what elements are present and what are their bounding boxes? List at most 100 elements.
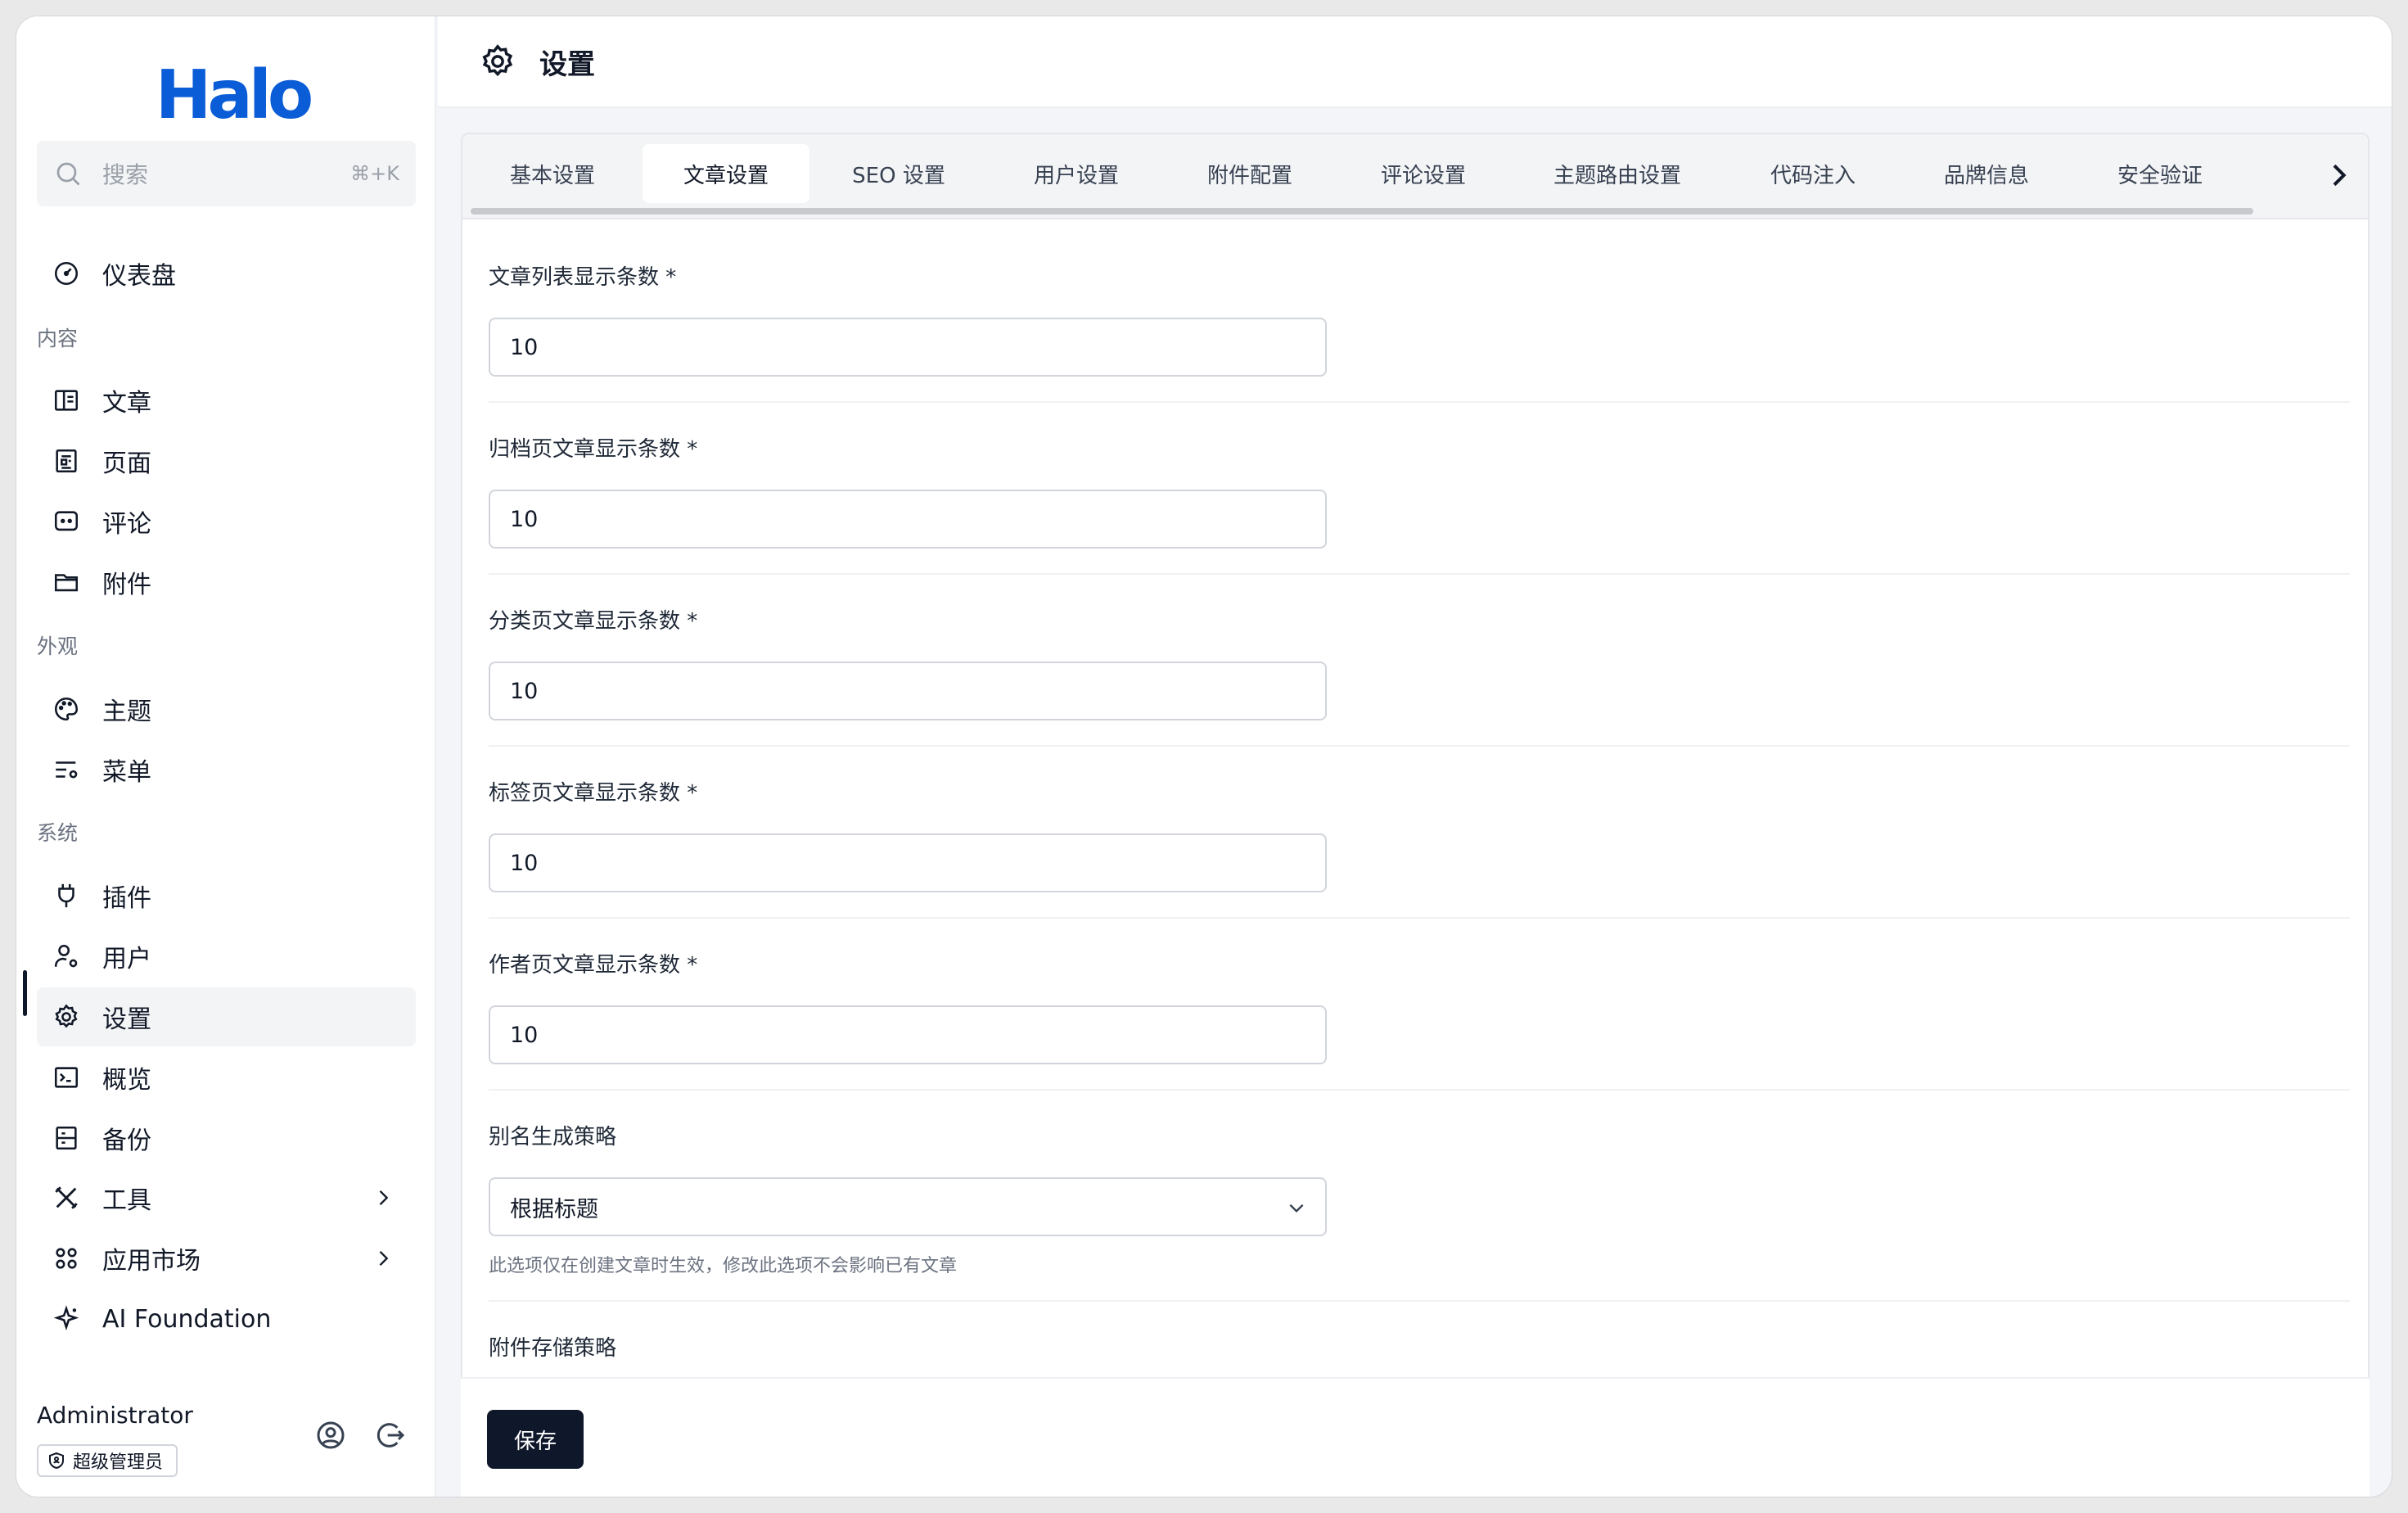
field-label: 别名生成策略: [489, 1125, 617, 1149]
sidebar-label: 仪表盘: [102, 262, 176, 291]
tab-basic[interactable]: 基本设置: [471, 144, 634, 203]
sidebar-label: 附件: [102, 571, 151, 599]
search-placeholder: 搜索: [102, 161, 149, 188]
save-button[interactable]: 保存: [487, 1410, 584, 1469]
sidebar-label: 用户: [102, 945, 151, 973]
sidebar-item-posts[interactable]: 文章: [37, 371, 416, 430]
tab-security[interactable]: 安全验证: [2078, 144, 2242, 203]
sidebar-item-menus[interactable]: 菜单: [37, 740, 416, 799]
sidebar-item-tools[interactable]: 工具: [37, 1168, 416, 1227]
current-user: Administrator 超级管理员: [37, 1402, 193, 1477]
palette-icon: [52, 694, 81, 724]
divider: [489, 401, 2350, 403]
apps-icon: [52, 1244, 81, 1273]
chevron-down-icon: [1286, 1197, 1307, 1218]
tab-comment[interactable]: 评论设置: [1342, 144, 1505, 203]
field-label: 标签页文章显示条数 *: [489, 781, 698, 806]
sidebar-item-ai-foundation[interactable]: AI Foundation: [37, 1289, 416, 1348]
user-name: Administrator: [37, 1402, 193, 1429]
search-shortcut: ⌘+K: [350, 162, 399, 185]
shield-icon: [47, 1451, 66, 1470]
user-circle-icon: [317, 1421, 345, 1449]
menu-settings-icon: [52, 755, 81, 784]
field-label: 作者页文章显示条数 *: [489, 953, 698, 978]
tag-page-size-input[interactable]: 10: [489, 833, 1327, 892]
sidebar-label: 文章: [102, 389, 151, 418]
sidebar-label: 菜单: [102, 758, 151, 787]
divider: [489, 1300, 2350, 1302]
plug-icon: [52, 881, 81, 910]
group-label-content: 内容: [37, 327, 79, 350]
gear-icon: [52, 1002, 81, 1032]
sidebar-label: 工具: [102, 1186, 151, 1215]
author-page-size-input[interactable]: 10: [489, 1005, 1327, 1064]
field-label: 附件存储策略: [489, 1336, 617, 1361]
terminal-icon: [52, 1063, 81, 1092]
tab-brand[interactable]: 品牌信息: [1905, 144, 2068, 203]
page-title: 设置: [539, 47, 595, 81]
tab-seo[interactable]: SEO 设置: [813, 144, 985, 203]
logout-button[interactable]: [374, 1419, 407, 1452]
profile-button[interactable]: [314, 1419, 347, 1452]
tab-user[interactable]: 用户设置: [994, 144, 1158, 203]
sidebar-item-users[interactable]: 用户: [37, 927, 416, 986]
field-label: 文章列表显示条数 *: [489, 265, 677, 290]
comment-icon: [52, 507, 81, 536]
sidebar-label: 插件: [102, 884, 151, 913]
role-label: 超级管理员: [73, 1452, 164, 1473]
chevron-right-icon: [372, 1186, 395, 1209]
page-header: 设置: [438, 16, 2392, 108]
divider: [489, 917, 2350, 919]
sidebar-item-overview[interactable]: 概览: [37, 1048, 416, 1107]
sidebar: Halo 搜索 ⌘+K 仪表盘 内容 文章 页面 评论 附件 外观 主题 菜单 …: [16, 16, 436, 1497]
active-indicator: [23, 970, 27, 1016]
sidebar-label: 页面: [102, 449, 151, 478]
sidebar-label: 评论: [102, 510, 151, 539]
sidebar-item-attachments[interactable]: 附件: [37, 553, 416, 612]
tab-attachment[interactable]: 附件配置: [1168, 144, 1332, 203]
sidebar-item-pages[interactable]: 页面: [37, 431, 416, 490]
tab-scroll-right-button[interactable]: [2322, 159, 2355, 192]
sidebar-item-marketplace[interactable]: 应用市场: [37, 1229, 416, 1288]
sidebar-label: 概览: [102, 1066, 151, 1095]
form-footer: 保存: [461, 1377, 2370, 1497]
gear-icon: [479, 43, 516, 80]
sidebar-item-settings[interactable]: 设置: [37, 987, 416, 1046]
sparkle-icon: [52, 1304, 81, 1334]
user-settings-icon: [52, 942, 81, 971]
category-page-size-input[interactable]: 10: [489, 662, 1327, 720]
tab-theme-route[interactable]: 主题路由设置: [1515, 144, 1720, 203]
chevron-right-icon: [372, 1247, 395, 1270]
divider: [489, 745, 2350, 747]
divider: [489, 1089, 2350, 1091]
sidebar-item-themes[interactable]: 主题: [37, 680, 416, 738]
tab-code-injection[interactable]: 代码注入: [1731, 144, 1895, 203]
halo-logo[interactable]: Halo: [156, 56, 313, 134]
sidebar-item-comments[interactable]: 评论: [37, 492, 416, 551]
group-label-system: 系统: [37, 821, 79, 845]
book-open-icon: [52, 386, 81, 415]
settings-tabs: 基本设置 文章设置 SEO 设置 用户设置 附件配置 评论设置 主题路由设置 代…: [462, 134, 2368, 219]
sidebar-item-plugins[interactable]: 插件: [37, 866, 416, 925]
select-value: 根据标题: [510, 1196, 598, 1222]
sidebar-item-dashboard[interactable]: 仪表盘: [37, 244, 416, 303]
logout-icon: [377, 1423, 405, 1448]
sidebar-label: 应用市场: [102, 1247, 201, 1276]
post-list-size-input[interactable]: 10: [489, 318, 1327, 377]
field-label: 分类页文章显示条数 *: [489, 609, 698, 634]
sidebar-label: AI Foundation: [102, 1304, 272, 1334]
dashboard-icon: [52, 259, 81, 288]
slug-strategy-select[interactable]: 根据标题: [489, 1177, 1327, 1236]
search-box[interactable]: 搜索 ⌘+K: [37, 141, 416, 206]
chevron-right-icon: [2333, 164, 2347, 187]
tab-post[interactable]: 文章设置: [643, 144, 809, 203]
divider: [489, 573, 2350, 575]
archive-page-size-input[interactable]: 10: [489, 490, 1327, 549]
sidebar-label: 备份: [102, 1127, 151, 1155]
app-window: Halo 搜索 ⌘+K 仪表盘 内容 文章 页面 评论 附件 外观 主题 菜单 …: [16, 16, 2392, 1497]
settings-card: 基本设置 文章设置 SEO 设置 用户设置 附件配置 评论设置 主题路由设置 代…: [461, 133, 2370, 1497]
field-help-text: 此选项仅在创建文章时生效，修改此选项不会影响已有文章: [489, 1256, 958, 1276]
group-label-appearance: 外观: [37, 635, 79, 658]
tab-scrollbar[interactable]: [471, 208, 2253, 215]
sidebar-item-backup[interactable]: 备份: [37, 1109, 416, 1167]
